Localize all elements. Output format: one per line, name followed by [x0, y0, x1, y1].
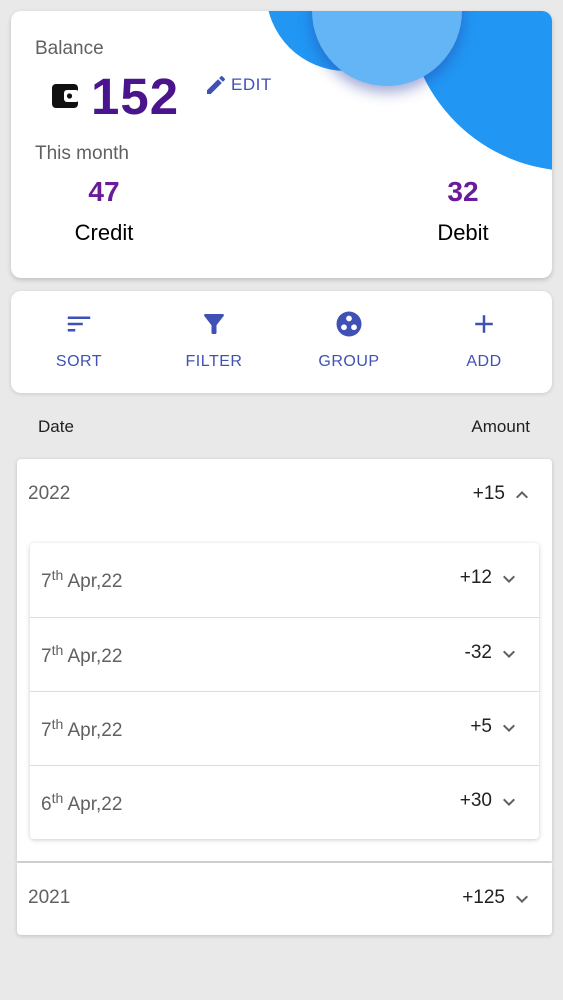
filter-label: FILTER	[185, 353, 243, 370]
group-button[interactable]: GROUP	[284, 291, 414, 393]
transaction-row[interactable]: 7th Apr,22 +5	[30, 691, 539, 765]
plus-icon	[475, 315, 493, 333]
date-month: Apr,22	[67, 571, 123, 592]
group-icon	[336, 311, 362, 337]
sort-label: SORT	[55, 353, 103, 370]
date-suffix: th	[51, 790, 64, 806]
date-suffix: th	[51, 642, 64, 658]
chevron-up-icon	[516, 491, 528, 499]
transaction-date: 7th Apr,22	[41, 642, 122, 668]
filter-icon	[204, 314, 224, 334]
chevron-down-icon	[503, 798, 515, 806]
balance-card: Balance 152 EDIT This month 47 Credit 32…	[11, 11, 552, 278]
sort-icon	[67, 316, 91, 332]
action-bar: SORT FILTER GROUP ADD	[11, 291, 552, 393]
balance-label: Balance	[35, 38, 104, 59]
transaction-date: 6th Apr,22	[41, 790, 122, 816]
transaction-row[interactable]: 6th Apr,22 +30	[30, 765, 539, 839]
transaction-amount: +12	[459, 567, 492, 588]
chevron-down-icon	[503, 724, 515, 732]
wallet-icon	[52, 84, 79, 108]
debit-stat: 32 Debit	[403, 176, 523, 246]
chevron-down-icon	[503, 650, 515, 658]
transaction-amount: -32	[464, 642, 492, 663]
credit-stat: 47 Credit	[44, 176, 164, 246]
date-day: 7	[41, 571, 52, 592]
transaction-date: 7th Apr,22	[41, 567, 122, 593]
group-year: 2022	[28, 483, 71, 504]
filter-button[interactable]: FILTER	[149, 291, 279, 393]
edit-balance-button[interactable]: EDIT	[204, 73, 272, 97]
date-suffix: th	[51, 716, 64, 732]
credit-label: Credit	[74, 220, 134, 245]
debit-label: Debit	[437, 220, 489, 245]
year-group-2021: 2021 +125	[17, 863, 552, 935]
group-total: +125	[462, 887, 505, 908]
month-label: This month	[35, 143, 129, 164]
transaction-date: 7th Apr,22	[41, 716, 122, 742]
date-day: 7	[41, 720, 52, 741]
add-label: ADD	[466, 353, 502, 370]
transaction-row[interactable]: 7th Apr,22 +12	[30, 543, 539, 617]
chevron-down-icon	[503, 575, 515, 583]
credit-value: 47	[88, 176, 120, 207]
date-column-header: Date	[38, 417, 74, 436]
sort-button[interactable]: SORT	[14, 291, 144, 393]
group-label: GROUP	[318, 353, 380, 370]
edit-label: EDIT	[231, 75, 272, 94]
date-month: Apr,22	[67, 720, 123, 741]
balance-value: 152	[91, 68, 180, 125]
transaction-amount: +5	[470, 716, 492, 737]
transaction-list: 7th Apr,22 +12 7th Apr,22 -32 7th Apr,22…	[30, 543, 539, 839]
date-suffix: th	[51, 567, 64, 583]
transaction-amount: +30	[459, 790, 492, 811]
group-total: +15	[472, 483, 505, 504]
add-button[interactable]: ADD	[419, 291, 549, 393]
chevron-down-icon	[516, 895, 528, 903]
date-month: Apr,22	[67, 794, 123, 815]
debit-value: 32	[447, 176, 479, 207]
date-day: 7	[41, 646, 52, 667]
transaction-row[interactable]: 7th Apr,22 -32	[30, 617, 539, 691]
year-group-2022: 2022 +15 7th Apr,22 +12 7th Apr,22 -32 7…	[17, 459, 552, 861]
date-day: 6	[41, 794, 52, 815]
year-group-header[interactable]: 2021 +125	[17, 863, 552, 933]
pencil-icon	[207, 75, 226, 94]
year-group-header[interactable]: 2022 +15	[17, 459, 552, 529]
amount-column-header: Amount	[471, 417, 530, 436]
group-year: 2021	[28, 887, 71, 908]
date-month: Apr,22	[67, 646, 123, 667]
